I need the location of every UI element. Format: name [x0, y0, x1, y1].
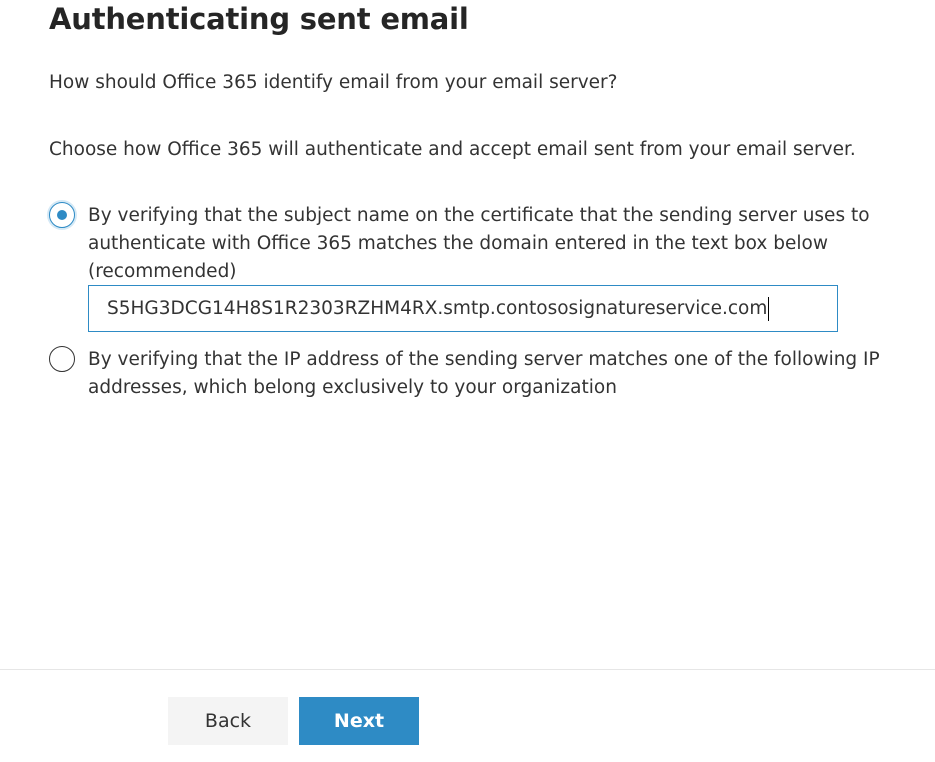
- ip-address-option-radio[interactable]: [49, 346, 75, 372]
- next-button[interactable]: Next: [299, 697, 419, 745]
- certificate-domain-input[interactable]: S5HG3DCG14H8S1R2303RZHM4RX.smtp.contosos…: [88, 285, 838, 332]
- radio-selected-dot: [57, 210, 67, 220]
- back-button[interactable]: Back: [168, 697, 288, 745]
- domain-input-value: S5HG3DCG14H8S1R2303RZHM4RX.smtp.contosos…: [107, 298, 768, 319]
- footer-divider: [0, 669, 935, 670]
- certificate-option-label[interactable]: By verifying that the subject name on th…: [88, 202, 888, 286]
- text-caret: [768, 297, 770, 321]
- option-label-line: addresses, which belong exclusively to y…: [88, 377, 617, 398]
- certificate-option-radio[interactable]: [49, 202, 75, 228]
- ip-address-option-label[interactable]: By verifying that the IP address of the …: [88, 346, 888, 402]
- page-title: Authenticating sent email: [49, 2, 469, 36]
- option-label-line: By verifying that the subject name on th…: [88, 205, 870, 226]
- option-label-line: authenticate with Office 365 matches the…: [88, 233, 828, 254]
- authenticating-sent-email-page: Authenticating sent email How should Off…: [0, 0, 935, 762]
- option-label-line: By verifying that the IP address of the …: [88, 349, 880, 370]
- option-label-line: (recommended): [88, 261, 237, 282]
- instruction-text: Choose how Office 365 will authenticate …: [49, 139, 856, 160]
- question-text: How should Office 365 identify email fro…: [49, 72, 618, 93]
